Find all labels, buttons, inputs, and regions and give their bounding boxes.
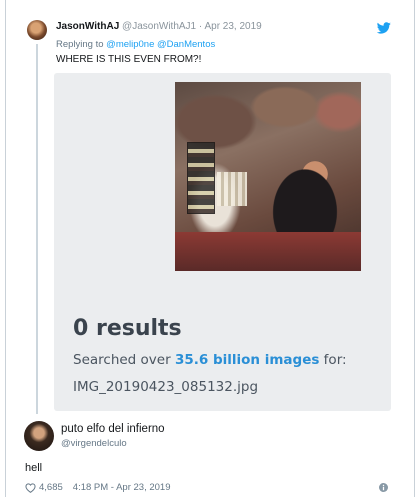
reply-text: WHERE IS THIS EVEN FROM?! [56, 54, 202, 65]
reply-author-name[interactable]: JasonWithAJ [56, 21, 119, 32]
searched-prefix: Searched over [73, 352, 175, 368]
tweet-timestamp[interactable]: 4:18 PM - Apr 23, 2019 [73, 482, 171, 493]
embedded-photo[interactable] [175, 82, 361, 271]
replying-to-line: Replying to @melip0ne @DanMentos [56, 39, 215, 50]
thread-connector-line [36, 44, 38, 414]
searched-suffix: for: [319, 352, 347, 368]
results-searched-line: Searched over 35.6 billion images for: [73, 352, 347, 368]
main-author-name[interactable]: puto elfo del infierno [61, 423, 165, 435]
main-author-handle[interactable]: @virgendelculo [61, 438, 127, 449]
reply-author-handle[interactable]: @JasonWithAJ1 [122, 21, 196, 32]
replying-to-handles[interactable]: @melip0ne @DanMentos [106, 39, 215, 50]
photo-detail-boxes [217, 172, 247, 206]
like-count[interactable]: 4,685 [39, 482, 63, 493]
results-title: 0 results [73, 316, 182, 341]
heart-icon[interactable] [25, 482, 36, 493]
searched-highlight: 35.6 billion images [174, 352, 320, 368]
main-author-avatar[interactable] [24, 421, 54, 451]
twitter-bird-icon[interactable] [377, 22, 391, 34]
replying-to-prefix: Replying to [56, 39, 107, 50]
reply-date[interactable]: Apr 23, 2019 [204, 21, 261, 32]
results-filename: IMG_20190423_085132.jpg [73, 379, 259, 395]
photo-detail-floor [175, 232, 361, 271]
media-card[interactable]: 0 results Searched over 35.6 billion ima… [54, 73, 391, 411]
photo-detail-shelf [187, 142, 215, 214]
info-icon[interactable] [379, 483, 388, 492]
reply-author-avatar[interactable] [27, 20, 47, 40]
tweet-footer: 4,685 4:18 PM - Apr 23, 2019 [25, 482, 170, 493]
reply-header: JasonWithAJ @JasonWithAJ1 · Apr 23, 2019 [56, 21, 262, 32]
main-tweet-text: hell [25, 462, 43, 474]
